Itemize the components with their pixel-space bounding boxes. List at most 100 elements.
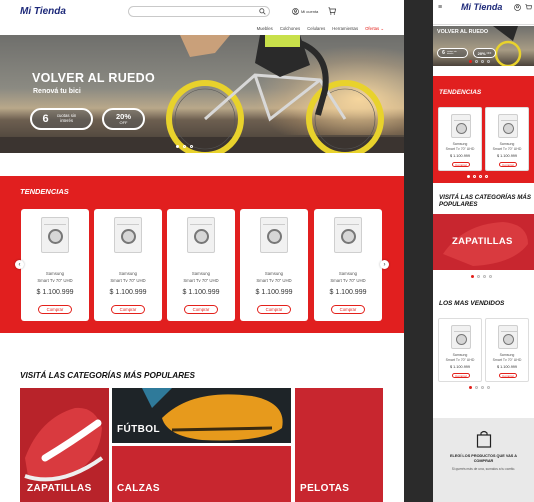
buy-button[interactable]: Comprar — [184, 305, 218, 314]
product-model: Smart Tv 70" UHD — [110, 278, 146, 283]
carousel-dot[interactable] — [487, 386, 490, 389]
store-logo[interactable]: Mi Tienda — [20, 6, 66, 17]
category-pelotas[interactable]: PELOTAS — [295, 388, 383, 502]
carousel-dot[interactable] — [475, 386, 478, 389]
cart-icon[interactable] — [328, 7, 337, 15]
discount-badge: 20% OFF — [102, 108, 145, 130]
category-zapatillas[interactable]: ZAPATILLAS — [20, 388, 109, 502]
mobile-trending-section: TENDENCIAS Samsung Smart Tv 70" UHD $ 1.… — [433, 76, 534, 183]
product-price: $ 1.100.999 — [36, 289, 74, 296]
mobile-trending-dots — [467, 175, 488, 178]
mobile-trending-title: TENDENCIAS — [439, 89, 482, 96]
carousel-dot[interactable] — [475, 60, 478, 63]
carousel-dot[interactable] — [473, 175, 476, 178]
hero-subtitle: Renová tu bici — [33, 88, 81, 95]
category-calzas[interactable]: CALZAS — [112, 446, 291, 502]
mobile-hero-dots — [469, 60, 490, 63]
product-brand: Samsung — [191, 271, 211, 276]
product-brand: Samsung — [264, 271, 284, 276]
nav-item-colchones[interactable]: Colchones — [280, 26, 300, 31]
carousel-dot[interactable] — [481, 60, 484, 63]
product-card[interactable]: Samsung Smart Tv 70" UHD $ 1.100.999 Com… — [94, 209, 162, 321]
carousel-dot[interactable] — [477, 275, 480, 278]
product-model: Smart Tv 70" UHD — [492, 147, 522, 151]
carousel-dot[interactable] — [190, 145, 193, 148]
carousel-dot[interactable] — [481, 386, 484, 389]
nav-item-muebles[interactable]: Muebles — [257, 26, 273, 31]
mobile-search-bar[interactable] — [433, 14, 534, 25]
categories-title: VISITÁ LAS CATEGORÍAS MÁS POPULARES — [20, 371, 195, 380]
product-card[interactable]: Samsung Smart Tv 70" UHD $ 1.100.999 Com… — [438, 107, 482, 171]
cart-icon[interactable] — [525, 4, 532, 11]
nav-item-celulares[interactable]: Celulares — [307, 26, 325, 31]
product-card[interactable]: Samsung Smart Tv 70" UHD $ 1.100.999 Com… — [314, 209, 382, 321]
buy-button[interactable]: Comprar — [499, 162, 517, 167]
product-card[interactable]: Samsung Smart Tv 70" UHD $ 1.100.999 Com… — [21, 209, 89, 321]
product-brand: Samsung — [452, 142, 468, 146]
carousel-dot[interactable] — [483, 275, 486, 278]
carousel-dot[interactable] — [467, 175, 470, 178]
mobile-category-zapatillas[interactable]: ZAPATILLAS — [433, 214, 534, 270]
hero-title: VOLVER AL RUEDO — [32, 71, 156, 85]
product-price: $ 1.100.999 — [182, 289, 220, 296]
product-model: Smart Tv 70" UHD — [445, 147, 475, 151]
buy-button[interactable]: Comprar — [111, 305, 145, 314]
carousel-dot[interactable] — [469, 386, 472, 389]
search-input[interactable] — [127, 5, 270, 17]
carousel-dot[interactable] — [485, 175, 488, 178]
empty-cart-text: Si querés más de una, sumalos a tu carri… — [451, 467, 516, 471]
installments-number: 6 — [42, 113, 49, 125]
washer-image — [41, 217, 69, 253]
installments-text: cuotas sin interés — [56, 113, 77, 123]
carousel-next-button[interactable]: › — [380, 260, 389, 269]
mobile-page: ≡ Mi Tienda VOLVER AL RUEDO 6 cuotas sin… — [433, 0, 534, 502]
shopping-bag-icon — [476, 430, 492, 448]
product-model: Smart Tv 70" UHD — [492, 358, 522, 362]
product-brand: Samsung — [338, 271, 358, 276]
product-card[interactable]: Samsung Smart Tv 70" UHD $ 1.100.999 Com… — [167, 209, 235, 321]
product-brand: Samsung — [45, 271, 65, 276]
store-logo[interactable]: Mi Tienda — [461, 2, 502, 12]
buy-button[interactable]: Comprar — [38, 305, 72, 314]
account-link[interactable]: Mi cuenta — [292, 7, 318, 15]
chevron-left-icon: ‹ — [18, 261, 21, 268]
installments-badge: 6 cuotas sin interés — [437, 48, 468, 58]
nav-item-ofertas-label: Ofertas — [365, 25, 380, 31]
trending-title: TENDENCIAS — [20, 187, 69, 196]
carousel-dot[interactable] — [487, 60, 490, 63]
search-icon[interactable] — [259, 7, 266, 15]
carousel-dot[interactable] — [176, 145, 179, 148]
product-price: $ 1.100.999 — [496, 365, 518, 369]
user-icon[interactable] — [514, 4, 521, 11]
empty-cart-title: ELEGÍ LOS PRODUCTOS QUE VAS A COMPRAR — [449, 454, 518, 463]
mobile-categories-title: VISITÁ LAS CATEGORÍAS MÁS POPULARES — [439, 194, 532, 209]
washer-image — [114, 217, 142, 253]
nav-item-ofertas[interactable]: Ofertas ⌄ — [365, 26, 384, 32]
product-card[interactable]: Samsung Smart Tv 70" UHD $ 1.100.999 Com… — [438, 318, 482, 382]
washer-image — [498, 325, 518, 349]
installments-number: 6 — [442, 50, 445, 56]
mobile-hero-title: VOLVER AL RUEDO — [437, 29, 489, 35]
product-card[interactable]: Samsung Smart Tv 70" UHD $ 1.100.999 Com… — [240, 209, 308, 321]
buy-button[interactable]: Comprar — [452, 162, 470, 167]
product-card[interactable]: Samsung Smart Tv 70" UHD $ 1.100.999 Com… — [485, 318, 529, 382]
nav-item-herramientas[interactable]: Herramientas — [332, 26, 358, 31]
product-card[interactable]: Samsung Smart Tv 70" UHD $ 1.100.999 Com… — [485, 107, 529, 171]
buy-button[interactable]: Comprar — [499, 373, 517, 378]
carousel-dot[interactable] — [489, 275, 492, 278]
category-label: FÚTBOL — [117, 424, 160, 435]
buy-button[interactable]: Comprar — [331, 305, 365, 314]
hero-banner[interactable]: VOLVER AL RUEDO Renová tu bici 6 cuotas … — [0, 35, 404, 153]
buy-button[interactable]: Comprar — [257, 305, 291, 314]
buy-button[interactable]: Comprar — [452, 373, 470, 378]
installments-text: cuotas sin interés — [446, 50, 457, 55]
carousel-dot[interactable] — [479, 175, 482, 178]
hero-carousel-dots — [176, 145, 193, 148]
carousel-dot[interactable] — [471, 275, 474, 278]
product-model: Smart Tv 70" UHD — [256, 278, 292, 283]
menu-icon[interactable]: ≡ — [438, 4, 442, 11]
category-futbol[interactable]: FÚTBOL — [112, 388, 291, 443]
carousel-dot[interactable] — [183, 145, 186, 148]
carousel-prev-button[interactable]: ‹ — [15, 260, 24, 269]
carousel-dot[interactable] — [469, 60, 472, 63]
